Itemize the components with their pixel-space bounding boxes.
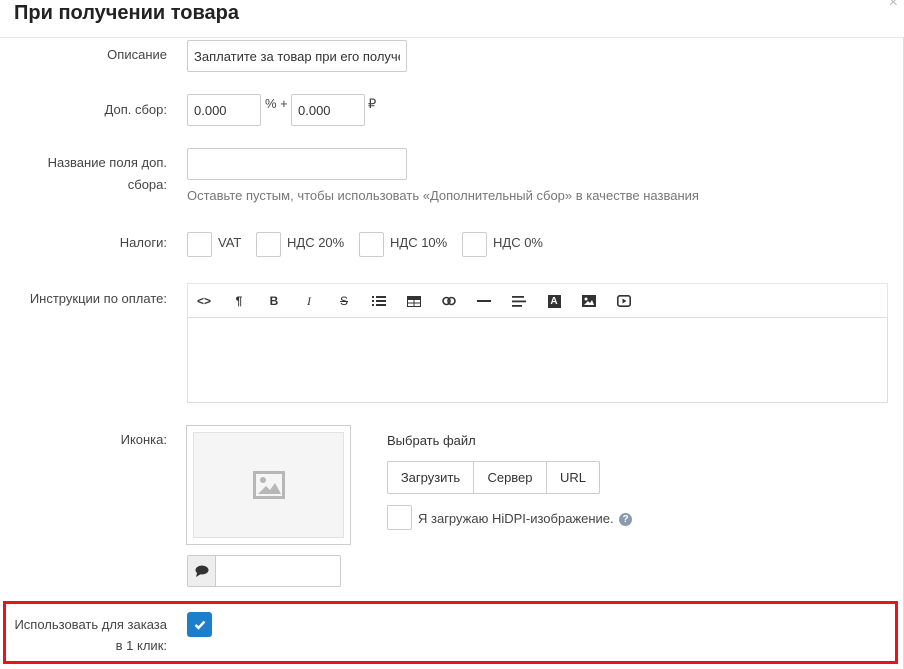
check-icon [194, 620, 205, 630]
tax-0-label: НДС 0% [493, 235, 543, 250]
url-button[interactable]: URL [546, 461, 600, 494]
icon-preview [186, 425, 351, 545]
icon-label: Иконка: [120, 432, 167, 447]
description-input[interactable] [187, 40, 407, 72]
font-color-icon[interactable]: A [543, 291, 565, 311]
paragraph-icon[interactable]: ¶ [228, 291, 250, 311]
description-label: Описание [107, 47, 167, 62]
instructions-editor[interactable] [187, 317, 888, 403]
file-source-buttons: Загрузить Сервер URL [387, 461, 600, 494]
image-icon[interactable] [578, 291, 600, 311]
surcharge-label: Доп. сбор: [104, 102, 167, 117]
percent-suffix: % + [265, 96, 288, 111]
title-divider [0, 37, 904, 38]
table-icon[interactable] [403, 291, 425, 311]
surcharge-fixed-input[interactable] [291, 94, 365, 126]
code-icon[interactable]: <> [193, 291, 215, 311]
italic-icon[interactable]: I [298, 291, 320, 311]
strikethrough-icon[interactable]: S [333, 291, 355, 311]
comment-icon [187, 555, 216, 587]
hidpi-label: Я загружаю HiDPI-изображение. [418, 511, 614, 526]
choose-file-label: Выбрать файл [387, 433, 476, 448]
help-icon[interactable]: ? [619, 513, 632, 526]
tax-vat-label: VAT [218, 235, 242, 250]
hidpi-checkbox[interactable] [387, 505, 412, 530]
currency-suffix: ₽ [368, 96, 377, 111]
instructions-label: Инструкции по оплате: [29, 291, 167, 306]
tax-10-checkbox[interactable] [359, 232, 384, 257]
tax-20-label: НДС 20% [287, 235, 345, 250]
tax-20-checkbox[interactable] [256, 232, 281, 257]
one-click-label-line2: в 1 клик: [115, 638, 167, 653]
link-icon[interactable] [438, 291, 460, 311]
server-button[interactable]: Сервер [473, 461, 547, 494]
video-icon[interactable] [613, 291, 635, 311]
tax-0-checkbox[interactable] [462, 232, 487, 257]
horizontal-rule-icon[interactable] [473, 291, 495, 311]
surcharge-name-label-line2: сбора: [127, 177, 167, 192]
tax-vat-checkbox[interactable] [187, 232, 212, 257]
editor-toolbar: <> ¶ B I S A [187, 283, 888, 318]
upload-button[interactable]: Загрузить [387, 461, 474, 494]
close-icon[interactable]: × [889, 0, 898, 12]
align-icon[interactable] [508, 291, 530, 311]
unordered-list-icon[interactable] [368, 291, 390, 311]
tax-10-label: НДС 10% [390, 235, 448, 250]
taxes-label: Налоги: [119, 235, 167, 250]
bold-icon[interactable]: B [263, 291, 285, 311]
dialog-title: При получении товара [14, 2, 240, 24]
surcharge-name-input[interactable] [187, 148, 407, 180]
one-click-checkbox[interactable] [187, 612, 212, 637]
image-placeholder-icon [253, 471, 285, 502]
surcharge-name-label-line1: Название поля доп. [47, 155, 167, 170]
icon-preview-placeholder [193, 432, 344, 538]
surcharge-percent-input[interactable] [187, 94, 261, 126]
icon-alt-input[interactable] [215, 555, 341, 587]
surcharge-name-hint: Оставьте пустым, чтобы использовать «Доп… [187, 188, 699, 203]
one-click-label-line1: Использовать для заказа [14, 617, 167, 632]
